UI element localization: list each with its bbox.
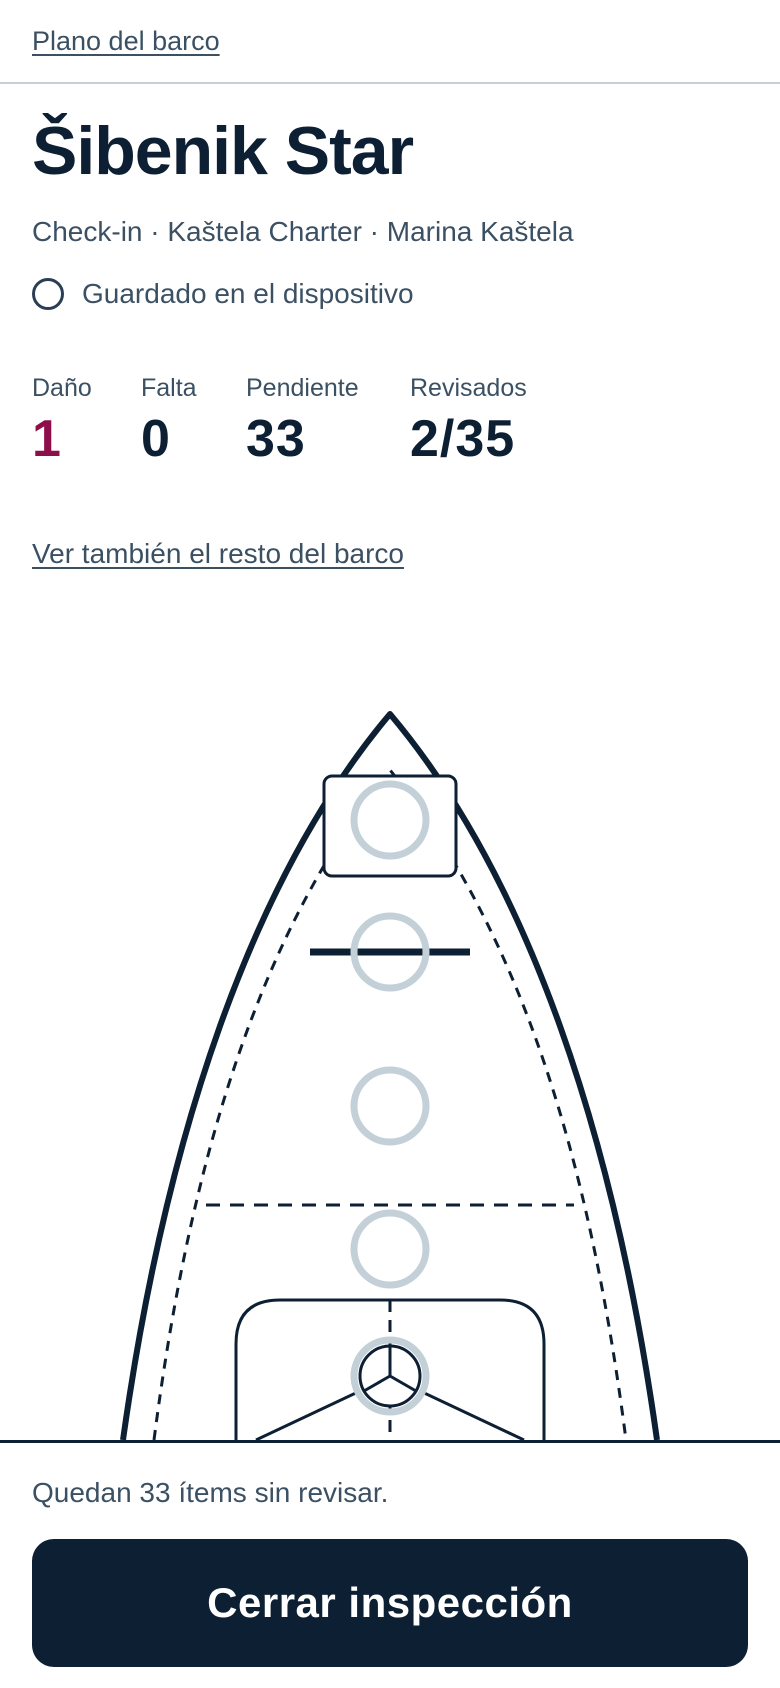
footer-panel: Quedan 33 ítems sin revisar. Cerrar insp… [0, 1440, 780, 1688]
stat-pending: Pendiente 33 [246, 374, 359, 469]
stat-checked: Revisados 2/35 [410, 374, 527, 469]
stat-checked-value: 2/35 [410, 410, 516, 468]
top-bar: Plano del barco [0, 0, 780, 84]
stat-pending-label: Pendiente [246, 374, 359, 402]
stat-missing-label: Falta [141, 374, 197, 402]
checkpoint-foredeck[interactable] [350, 1066, 430, 1146]
stat-pending-value: 33 [246, 410, 306, 468]
stat-damage: Daño 1 [32, 374, 92, 469]
mainsheet-line-left [255, 1389, 361, 1440]
checkpoint-deck-section[interactable] [350, 1209, 430, 1289]
bow-hatch [322, 774, 458, 878]
boat-deck-plan [0, 600, 780, 1440]
back-to-boat-plan-link[interactable]: Plano del barco [32, 26, 220, 57]
stat-missing: Falta 0 [141, 374, 197, 469]
saved-status: Guardado en el dispositivo [32, 276, 414, 312]
stat-missing-value: 0 [141, 410, 171, 468]
stat-damage-value: 1 [32, 410, 62, 468]
saved-circle-icon [32, 278, 64, 310]
stat-damage-label: Daño [32, 374, 92, 402]
boat-name: Šibenik Star [32, 113, 414, 189]
stat-checked-label: Revisados [410, 374, 527, 402]
see-rest-of-boat-link[interactable]: Ver también el resto del barco [32, 538, 404, 570]
saved-status-label: Guardado en el dispositivo [82, 278, 414, 309]
mainsheet-line-right [419, 1389, 525, 1440]
inspection-subtitle: Check-in · Kaštela Charter · Marina Kašt… [32, 216, 574, 247]
remaining-items-text: Quedan 33 ítems sin revisar. [32, 1477, 389, 1508]
close-inspection-button[interactable]: Cerrar inspección [32, 1539, 748, 1667]
